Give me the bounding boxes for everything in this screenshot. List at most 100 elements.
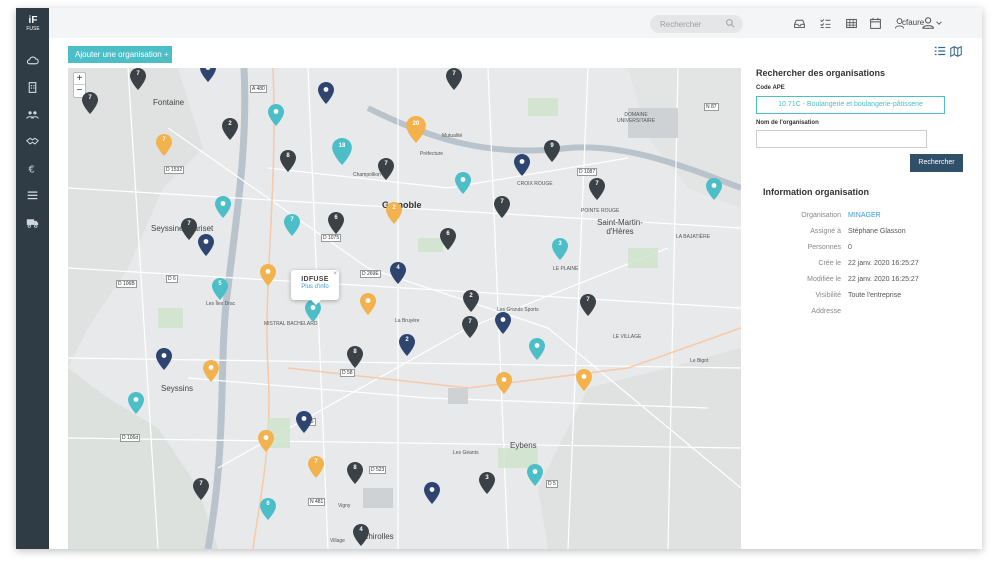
map-marker[interactable] <box>258 430 274 452</box>
map-marker-count: 7 <box>586 297 590 303</box>
user-name[interactable]: cfaure <box>902 18 924 27</box>
logo-sub: FUSE <box>26 26 40 32</box>
board-button[interactable] <box>843 15 859 31</box>
map-pin-icon <box>576 369 592 391</box>
sidebar-item-finance[interactable]: € <box>24 160 41 177</box>
map-marker[interactable] <box>496 372 512 394</box>
map-marker[interactable]: 5 <box>212 278 228 300</box>
map-marker[interactable] <box>529 338 545 360</box>
map-marker[interactable] <box>424 482 440 504</box>
info-row: Organisation MINAGER <box>749 212 964 224</box>
map-pin-icon <box>128 392 144 414</box>
zoom-in-button[interactable]: + <box>74 73 85 85</box>
map-marker[interactable] <box>156 348 172 370</box>
map-marker[interactable] <box>128 392 144 414</box>
map-marker[interactable]: 7 <box>82 92 98 114</box>
map-marker[interactable]: 2 <box>222 118 238 140</box>
sidebar-item-delivery[interactable] <box>24 214 41 231</box>
map-marker[interactable]: 7 <box>494 196 510 218</box>
popup-close-button[interactable]: × <box>333 271 337 277</box>
euro-icon: € <box>28 165 34 175</box>
inbox-button[interactable] <box>791 15 807 31</box>
sidebar-item-contacts[interactable] <box>24 106 41 123</box>
ape-code-field[interactable]: 10.71C - Boulangerie et boulangerie-pâti… <box>756 96 945 114</box>
map-marker[interactable] <box>514 154 530 176</box>
info-row-value: 22 janv. 2020 16:25:27 <box>848 260 919 267</box>
map-marker[interactable]: 6 <box>440 228 456 250</box>
map-view[interactable]: + − Fontaine Grenoble Saint-Martin- d'Hè… <box>68 68 741 549</box>
map-pin-icon <box>360 293 376 315</box>
map-marker[interactable]: 4 <box>390 262 406 284</box>
map-pin-icon <box>529 338 545 360</box>
map-district-label: POINTE ROUGE <box>581 208 620 214</box>
map-marker[interactable]: 7 <box>589 178 605 200</box>
map-marker[interactable] <box>215 196 231 218</box>
organisation-name-field[interactable] <box>756 130 927 148</box>
map-marker[interactable]: 3 <box>479 472 495 494</box>
search-button[interactable]: Rechercher <box>910 154 963 172</box>
map-marker[interactable]: 8 <box>347 462 363 484</box>
app-logo[interactable]: iF FUSE <box>23 15 43 37</box>
search-panel: Rechercher des organisations Code APE 10… <box>756 68 966 172</box>
tasks-button[interactable] <box>817 15 833 31</box>
user-menu[interactable] <box>922 15 944 31</box>
map-pin-icon <box>455 172 471 194</box>
map-marker[interactable]: 7 <box>156 134 172 156</box>
map-marker[interactable]: 7 <box>193 478 209 500</box>
map-marker[interactable]: 7 <box>446 68 462 90</box>
map-marker[interactable] <box>318 82 334 104</box>
map-marker[interactable] <box>268 104 284 126</box>
map-marker[interactable]: 7 <box>130 68 146 90</box>
map-marker[interactable]: 8 <box>347 346 363 368</box>
map-marker[interactable] <box>203 360 219 382</box>
map-marker[interactable]: 3 <box>552 238 568 260</box>
sidebar-item-deals[interactable] <box>24 133 41 150</box>
map-marker[interactable] <box>576 369 592 391</box>
info-row-link[interactable]: MINAGER <box>848 212 881 219</box>
map-marker[interactable]: 6 <box>260 498 276 520</box>
sidebar-item-dashboard[interactable] <box>24 52 41 69</box>
calendar-button[interactable] <box>867 15 883 31</box>
map-marker[interactable] <box>360 293 376 315</box>
map-marker-count: 18 <box>338 143 346 149</box>
map-marker[interactable]: 7 <box>462 316 478 338</box>
map-marker[interactable] <box>296 411 312 433</box>
map-marker[interactable]: 18 <box>332 138 352 165</box>
map-marker[interactable]: 2 <box>463 290 479 312</box>
map-marker[interactable] <box>200 68 216 82</box>
map-pin-icon <box>156 348 172 370</box>
map-marker[interactable]: 7 <box>181 218 197 240</box>
map-marker[interactable] <box>455 172 471 194</box>
sidebar-item-lists[interactable] <box>24 187 41 204</box>
search-input[interactable]: Rechercher <box>650 15 743 33</box>
map-marker[interactable]: 8 <box>280 150 296 172</box>
add-organisation-button[interactable]: Ajouter une organisation + <box>68 46 172 63</box>
popup-more-info-link[interactable]: Plus d'info <box>291 284 339 290</box>
map-marker[interactable] <box>260 264 276 286</box>
map-marker-count: 7 <box>187 221 191 227</box>
map-marker[interactable]: 20 <box>406 116 426 143</box>
map-marker[interactable]: 7 <box>378 158 394 180</box>
cloud-icon <box>26 56 39 65</box>
map-marker-count: 6 <box>446 231 450 237</box>
map-marker[interactable] <box>706 178 722 200</box>
map-marker[interactable] <box>527 464 543 486</box>
map-marker[interactable]: 2 <box>399 334 415 356</box>
map-marker[interactable] <box>495 312 511 334</box>
road-label: D 1075 <box>321 234 342 242</box>
map-marker[interactable]: 7 <box>308 456 324 478</box>
map-pin-icon <box>495 312 511 334</box>
map-marker[interactable]: 4 <box>353 524 369 546</box>
map-marker[interactable]: 6 <box>328 212 344 234</box>
info-row: Addresse <box>749 308 964 320</box>
search-panel-title: Rechercher des organisations <box>756 68 886 78</box>
map-marker[interactable]: 9 <box>544 140 560 162</box>
sidebar-item-organisations[interactable] <box>24 79 41 96</box>
map-city-label: Seyssins <box>161 384 194 393</box>
map-marker[interactable]: 7 <box>284 214 300 236</box>
map-marker[interactable]: 7 <box>580 294 596 316</box>
map-view-icon[interactable] <box>949 44 963 58</box>
map-marker[interactable]: 2 <box>386 202 402 224</box>
list-view-icon[interactable] <box>933 44 947 58</box>
map-marker[interactable] <box>198 234 214 256</box>
